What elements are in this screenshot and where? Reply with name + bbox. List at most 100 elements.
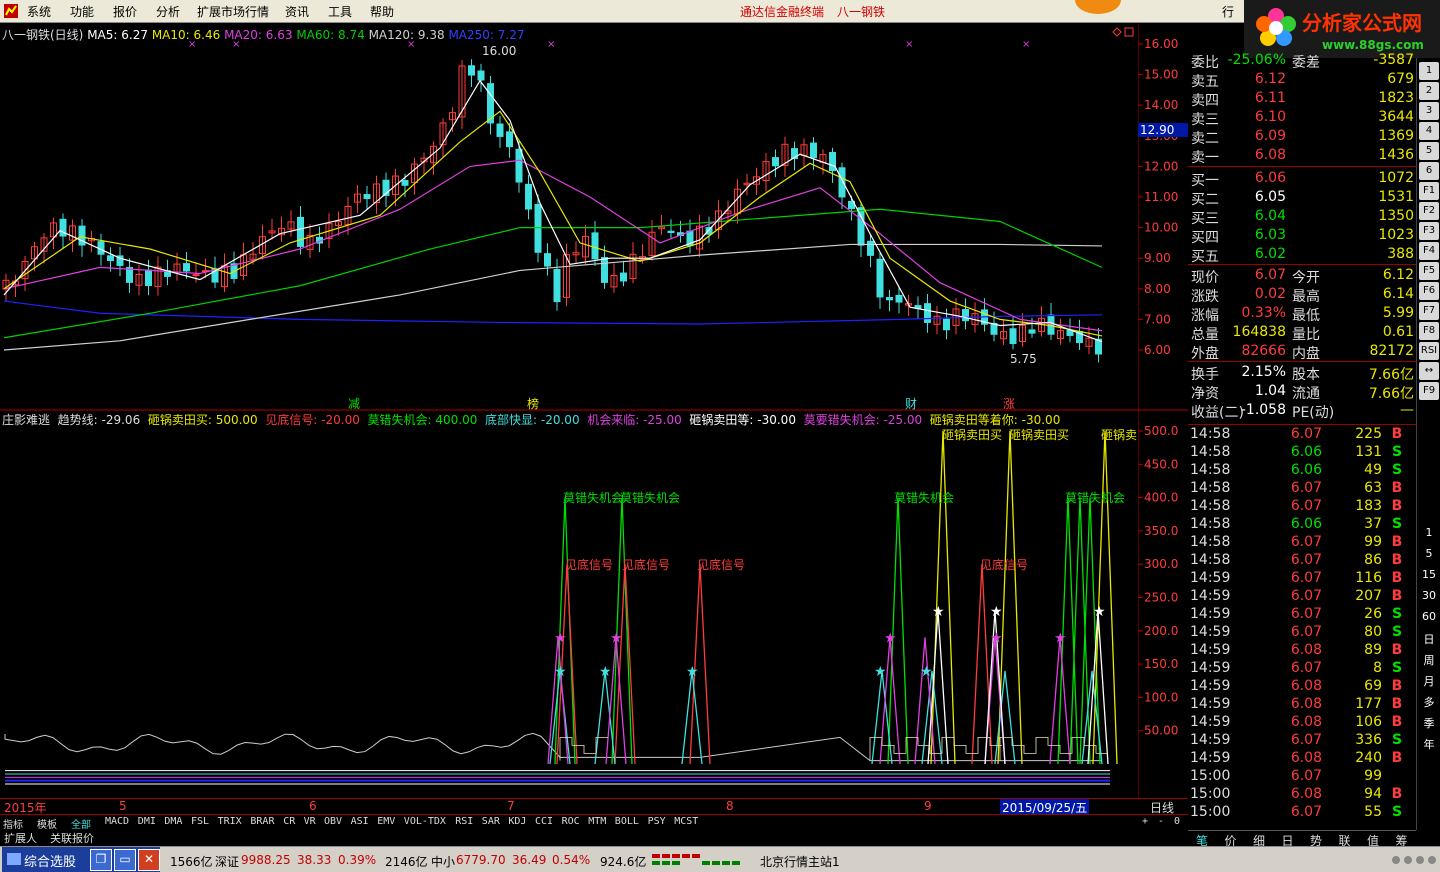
- indicator-tab[interactable]: BOLL: [615, 816, 639, 827]
- candlestick-chart[interactable]: × × × × × ×: [0, 24, 1138, 412]
- event-marker-icon[interactable]: ×: [1022, 39, 1030, 50]
- period-button[interactable]: 日: [1417, 631, 1440, 647]
- indicator-tab[interactable]: BRAR: [250, 816, 274, 827]
- menu-analysis[interactable]: 分析: [156, 3, 180, 20]
- indicator-tab[interactable]: MCST: [674, 816, 698, 827]
- indicator-tab[interactable]: FSL: [191, 816, 209, 827]
- restore-button[interactable]: ❐: [90, 849, 112, 871]
- indicator-tab[interactable]: MACD: [105, 816, 129, 827]
- event-marker-icon[interactable]: ×: [905, 39, 913, 50]
- chart-window-icons[interactable]: [1112, 26, 1136, 38]
- toolbar-button[interactable]: 2: [1419, 82, 1439, 100]
- tick-row[interactable]: 14:59 6.07 116 B: [1188, 570, 1416, 588]
- tick-row[interactable]: 14:59 6.08 240 B: [1188, 750, 1416, 768]
- tick-list[interactable]: 14:58 6.07 225 B 14:58 6.06 131 S 14:58 6.06 49 S 14…: [1188, 424, 1416, 820]
- tick-row[interactable]: 14:59 6.07 26 S: [1188, 606, 1416, 624]
- tick-row[interactable]: 15:00 6.08 94 B: [1188, 786, 1416, 804]
- indicator-tab[interactable]: OBV: [324, 816, 342, 827]
- tick-row[interactable]: 15:00 6.07 55 S: [1188, 804, 1416, 822]
- tick-row[interactable]: 14:59 6.08 177 B: [1188, 696, 1416, 714]
- bottom-tab-extend[interactable]: 扩展人: [4, 830, 37, 846]
- toolbar-button[interactable]: F6: [1419, 282, 1439, 300]
- period-button[interactable]: 15: [1417, 568, 1440, 581]
- toolbar-button[interactable]: F4: [1419, 242, 1439, 260]
- indicator-tab[interactable]: VOL-TDX: [404, 816, 446, 827]
- event-marker-icon[interactable]: ×: [547, 39, 555, 50]
- tick-row[interactable]: 14:59 6.08 89 B: [1188, 642, 1416, 660]
- indicator-tab[interactable]: SAR: [482, 816, 500, 827]
- tick-row[interactable]: 14:58 6.06 37 S: [1188, 516, 1416, 534]
- tick-row[interactable]: 15:00 6.07 99: [1188, 768, 1416, 786]
- period-button[interactable]: 月: [1417, 673, 1440, 689]
- toolbar-button[interactable]: F8: [1419, 322, 1439, 340]
- menu-tools[interactable]: 工具: [328, 3, 352, 20]
- indicator-tab[interactable]: MTM: [588, 816, 606, 827]
- toolbar-button[interactable]: 6: [1419, 162, 1439, 180]
- period-button[interactable]: 60: [1417, 610, 1440, 623]
- indicator-plot[interactable]: ★ ★ ★ ★ ★ ★ ★ ★ ★ ★ ★ ★ ★: [0, 410, 1138, 798]
- menu-help[interactable]: 帮助: [370, 3, 394, 20]
- tick-row[interactable]: 14:58 6.07 183 B: [1188, 498, 1416, 516]
- indicator-tab[interactable]: KDJ: [508, 816, 526, 827]
- tick-row[interactable]: 14:59 6.08 69 B: [1188, 678, 1416, 696]
- indicator-tab[interactable]: ASI: [351, 816, 369, 827]
- period-button[interactable]: 多: [1417, 694, 1440, 710]
- toolbar-button[interactable]: 4: [1419, 122, 1439, 140]
- period-button[interactable]: 5: [1417, 547, 1440, 560]
- toolbar-button[interactable]: F3: [1419, 222, 1439, 240]
- zoom-control[interactable]: -: [1158, 816, 1164, 827]
- indicator-tab[interactable]: DMI: [138, 816, 156, 827]
- tick-row[interactable]: 14:59 6.07 8 S: [1188, 660, 1416, 678]
- stock-selector-bar[interactable]: 综合选股 ❐ ▭ ✕: [2, 847, 160, 872]
- indicator-tab[interactable]: 指标: [3, 816, 23, 831]
- period-button[interactable]: 30: [1417, 589, 1440, 602]
- tick-row[interactable]: 14:59 6.07 207 B: [1188, 588, 1416, 606]
- indicator-chart[interactable]: ★ ★ ★ ★ ★ ★ ★ ★ ★ ★ ★ ★ ★ 庄影难逃 趋势线: -29.06 砸锅卖田买: 50…: [0, 410, 1138, 798]
- indicator-tab[interactable]: EMV: [377, 816, 395, 827]
- toolbar-button[interactable]: RSI: [1419, 342, 1439, 360]
- menu-right-button[interactable]: 行: [1222, 3, 1234, 20]
- toolbar-button[interactable]: F9: [1419, 382, 1439, 400]
- indicator-tab[interactable]: PSY: [648, 816, 666, 827]
- tick-row[interactable]: 14:59 6.07 336 S: [1188, 732, 1416, 750]
- tick-row[interactable]: 14:58 6.06 131 S: [1188, 444, 1416, 462]
- toolbar-button[interactable]: ↔: [1419, 362, 1439, 380]
- toolbar-button[interactable]: F1: [1419, 182, 1439, 200]
- indicator-tab[interactable]: DMA: [164, 816, 182, 827]
- menu-function[interactable]: 功能: [70, 3, 94, 20]
- tick-row[interactable]: 14:58 6.06 49 S: [1188, 462, 1416, 480]
- tick-row[interactable]: 14:59 6.08 106 B: [1188, 714, 1416, 732]
- indicator-tab[interactable]: ROC: [562, 816, 580, 827]
- toolbar-button[interactable]: 3: [1419, 102, 1439, 120]
- minimize-button[interactable]: ▭: [114, 849, 136, 871]
- indicator-tab[interactable]: 模板: [37, 816, 57, 831]
- period-button[interactable]: 1: [1417, 526, 1440, 539]
- indicator-tab[interactable]: 全部: [71, 816, 91, 831]
- close-button[interactable]: ✕: [138, 849, 160, 871]
- zoom-control[interactable]: +: [1142, 816, 1148, 827]
- price-chart[interactable]: × × × × × × 八一钢铁(日线) MA5: 6.27 MA10: 6.46 MA2…: [0, 24, 1138, 412]
- indicator-tab[interactable]: VR: [304, 816, 316, 827]
- zoom-control[interactable]: 0: [1174, 816, 1180, 827]
- tick-row[interactable]: 14:59 6.07 80 S: [1188, 624, 1416, 642]
- tick-row[interactable]: 14:58 6.07 225 B: [1188, 426, 1416, 444]
- menu-quote[interactable]: 报价: [113, 3, 137, 20]
- menu-news[interactable]: 资讯: [285, 3, 309, 20]
- toolbar-button[interactable]: 1: [1419, 62, 1439, 80]
- tick-row[interactable]: 14:58 6.07 99 B: [1188, 534, 1416, 552]
- menu-extended-market[interactable]: 扩展市场行情: [197, 3, 269, 20]
- sun-icon[interactable]: [1075, 0, 1121, 14]
- menu-system[interactable]: 系统: [27, 3, 51, 20]
- period-button[interactable]: 季: [1417, 715, 1440, 731]
- bottom-tab-related[interactable]: 关联报价: [50, 830, 94, 846]
- toolbar-button[interactable]: F2: [1419, 202, 1439, 220]
- period-button[interactable]: 年: [1417, 736, 1440, 752]
- indicator-tab[interactable]: RSI: [455, 816, 473, 827]
- period-button[interactable]: 周: [1417, 652, 1440, 668]
- toolbar-button[interactable]: 5: [1419, 142, 1439, 160]
- toolbar-button[interactable]: F5: [1419, 262, 1439, 280]
- indicator-tab[interactable]: TRIX: [218, 816, 242, 827]
- indicator-tab[interactable]: CR: [283, 816, 295, 827]
- tick-row[interactable]: 14:58 6.07 86 B: [1188, 552, 1416, 570]
- indicator-tab[interactable]: CCI: [535, 816, 553, 827]
